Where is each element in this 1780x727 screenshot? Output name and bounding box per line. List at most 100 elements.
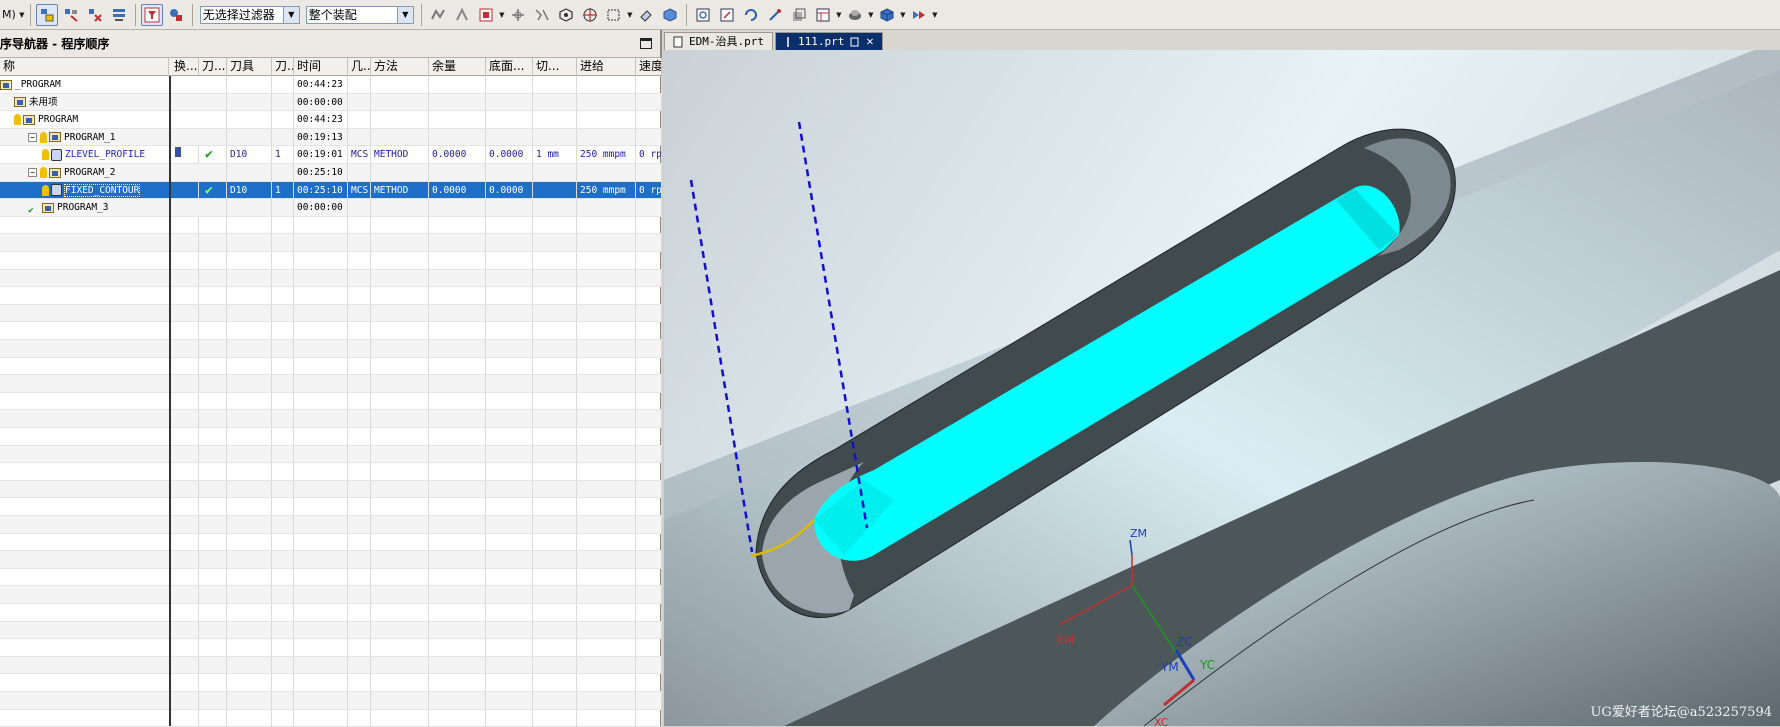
- table-row[interactable]: [0, 480, 662, 499]
- chevron-down-icon[interactable]: ▼: [835, 11, 843, 19]
- table-row[interactable]: [0, 410, 662, 428]
- view-options-button[interactable]: [908, 4, 930, 26]
- column-header[interactable]: 时间: [294, 58, 348, 76]
- operation-name-cell[interactable]: ✔ PROGRAM_3: [0, 199, 169, 216]
- operation-name-cell[interactable]: _PROGRAM: [0, 76, 169, 93]
- table-row[interactable]: − PROGRAM_2 00:25:10: [0, 164, 662, 182]
- program-order-view-button[interactable]: [35, 3, 58, 26]
- table-row[interactable]: [0, 692, 662, 710]
- operation-name-cell[interactable]: ZLEVEL_PROFILE: [0, 146, 169, 163]
- column-header[interactable]: 进给: [577, 58, 636, 76]
- render-style-button[interactable]: [844, 4, 866, 26]
- table-row[interactable]: 未用项 00:00:00: [0, 93, 662, 112]
- chevron-down-icon[interactable]: ▼: [18, 11, 26, 19]
- table-row[interactable]: [0, 498, 662, 516]
- column-header[interactable]: 速度: [636, 58, 662, 76]
- column-header[interactable]: 余量: [429, 58, 486, 76]
- table-row[interactable]: [0, 463, 662, 481]
- table-row[interactable]: [0, 709, 662, 727]
- fit-view-button[interactable]: [692, 4, 714, 26]
- tab-111-prt[interactable]: 111.prt ✕: [774, 32, 883, 50]
- operation-name-cell[interactable]: PROGRAM: [0, 111, 169, 128]
- table-row[interactable]: [0, 568, 662, 587]
- table-row[interactable]: [0, 674, 662, 692]
- target-snap-button[interactable]: [579, 4, 601, 26]
- tab-edm-fixture[interactable]: EDM-治具.prt: [664, 32, 773, 50]
- operation-name-cell[interactable]: 未用项: [0, 94, 169, 111]
- graphics-viewport[interactable]: ZM XM ZC YM YC XC UG爱好者论坛@a523257594: [664, 50, 1780, 726]
- table-row[interactable]: [0, 621, 662, 640]
- name-column-divider[interactable]: [169, 76, 171, 726]
- table-row[interactable]: [0, 604, 662, 622]
- deselect-filter-button[interactable]: [165, 4, 187, 26]
- table-row[interactable]: [0, 287, 662, 305]
- table-row[interactable]: [0, 357, 662, 376]
- table-row[interactable]: [0, 234, 662, 252]
- table-row[interactable]: PROGRAM 00:44:23: [0, 111, 662, 129]
- column-header[interactable]: 切...: [533, 58, 577, 76]
- machine-tool-view-button[interactable]: [60, 4, 82, 26]
- shaded-view-button[interactable]: [876, 4, 898, 26]
- restore-icon[interactable]: [850, 37, 860, 47]
- maximize-icon[interactable]: [640, 38, 652, 49]
- replay-button[interactable]: [451, 4, 473, 26]
- table-row[interactable]: [0, 586, 662, 604]
- table-row[interactable]: [0, 304, 662, 323]
- tree-collapse-icon[interactable]: −: [28, 132, 37, 142]
- list-operations-button[interactable]: [475, 4, 497, 26]
- chevron-down-icon[interactable]: ▼: [867, 11, 875, 19]
- assembly-scope-dropdown[interactable]: 整个装配 ▼: [305, 5, 414, 24]
- point-snap-button[interactable]: [555, 4, 577, 26]
- table-row[interactable]: [0, 656, 662, 675]
- chevron-down-icon[interactable]: ▼: [899, 11, 907, 19]
- column-header[interactable]: 换...: [171, 58, 199, 76]
- column-header[interactable]: 方法: [371, 58, 429, 76]
- table-row[interactable]: [0, 428, 662, 446]
- table-row[interactable]: [0, 252, 662, 270]
- table-row[interactable]: ZLEVEL_PROFILE ✔ D10 1 00:19:01 MCS METHOD 0.00…: [0, 146, 662, 164]
- rectangle-select-button[interactable]: [603, 4, 625, 26]
- layout-button[interactable]: [812, 4, 834, 26]
- operation-name-cell[interactable]: − PROGRAM_2: [0, 164, 169, 181]
- chevron-down-icon[interactable]: ▼: [626, 11, 634, 19]
- operation-name-cell[interactable]: FIXED_CONTOUR: [0, 182, 169, 199]
- column-header[interactable]: 刀具: [227, 58, 272, 76]
- path-tool-button[interactable]: [531, 4, 553, 26]
- table-row[interactable]: [0, 551, 662, 569]
- tree-collapse-icon[interactable]: −: [28, 168, 37, 177]
- model-graphics[interactable]: ZM XM ZC YM YC XC: [664, 50, 1780, 726]
- table-row[interactable]: [0, 639, 662, 657]
- type-filter-dropdown[interactable]: 无选择过滤器 ▼: [199, 5, 300, 24]
- table-row[interactable]: [0, 216, 662, 235]
- column-header[interactable]: 刀...: [272, 58, 294, 76]
- table-row[interactable]: _PROGRAM 00:44:23: [0, 76, 662, 94]
- table-row[interactable]: FIXED_CONTOUR ✔ D10 1 00:25:10 MCS METHOD 0.000…: [0, 181, 662, 200]
- table-row[interactable]: [0, 516, 662, 534]
- table-row[interactable]: [0, 269, 662, 288]
- table-row[interactable]: [0, 445, 662, 464]
- table-row[interactable]: [0, 340, 662, 358]
- column-header[interactable]: 称: [0, 58, 169, 76]
- chevron-down-icon[interactable]: ▼: [282, 6, 299, 23]
- column-header[interactable]: 底面...: [486, 58, 533, 76]
- table-row[interactable]: [0, 392, 662, 411]
- chevron-down-icon[interactable]: ▼: [498, 11, 506, 19]
- table-row[interactable]: [0, 533, 662, 552]
- zoom-button[interactable]: [716, 4, 738, 26]
- selection-filter-button[interactable]: [140, 3, 163, 26]
- orient-view-button[interactable]: [788, 4, 810, 26]
- operation-name-cell[interactable]: − PROGRAM_1: [0, 129, 169, 146]
- column-header[interactable]: 几...: [348, 58, 371, 76]
- chevron-down-icon[interactable]: ▼: [396, 6, 413, 23]
- table-row[interactable]: − PROGRAM_1 00:19:13: [0, 128, 662, 147]
- table-row[interactable]: [0, 375, 662, 393]
- solid-view-button[interactable]: [659, 4, 681, 26]
- selection-tool-button[interactable]: [507, 4, 529, 26]
- close-icon[interactable]: ✕: [866, 33, 873, 50]
- generate-toolpath-button[interactable]: [427, 4, 449, 26]
- table-row[interactable]: [0, 322, 662, 340]
- rotate-button[interactable]: [740, 4, 762, 26]
- chevron-down-icon[interactable]: ▼: [931, 11, 939, 19]
- pan-button[interactable]: [764, 4, 786, 26]
- geometry-view-button[interactable]: [84, 4, 106, 26]
